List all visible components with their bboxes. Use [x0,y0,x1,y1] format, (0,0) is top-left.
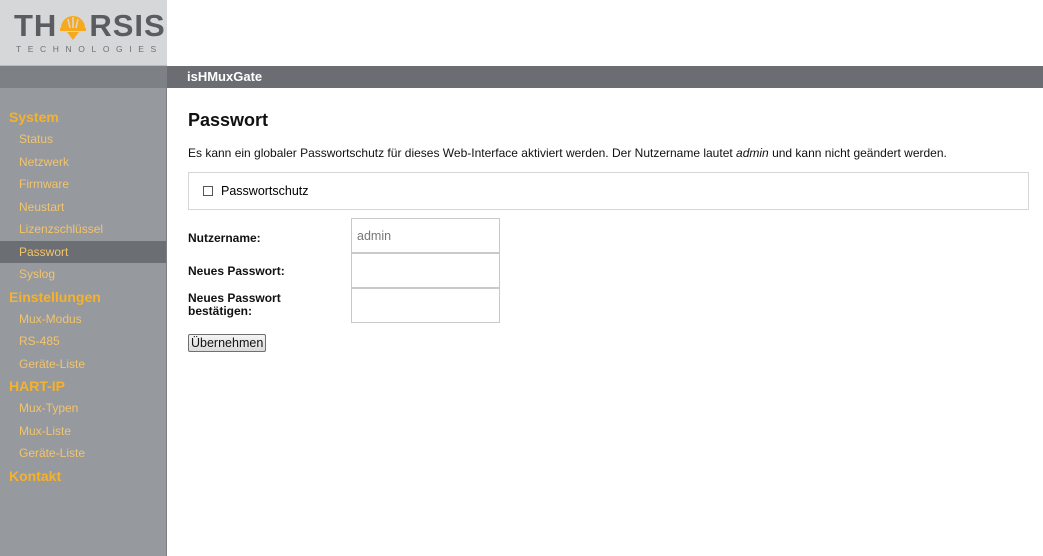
nav-item-passwort[interactable]: Passwort [0,240,166,263]
nav-item-mux-modus[interactable]: Mux-Modus [0,308,166,331]
confirm-password-label: Neues Passwort bestätigen: [188,291,281,318]
main-content: Passwort Es kann ein globaler Passwortsc… [188,108,1038,352]
nav-item-hartip-geraete-liste[interactable]: Geräte-Liste [0,442,166,465]
nav-item-status[interactable]: Status [0,128,166,151]
logo-wordmark: TH RSIS [14,8,166,43]
password-protection-label[interactable]: Passwortschutz [221,184,309,198]
logo: TH RSIS TECHNOLOGIES [0,0,167,66]
sidebar-header-band [0,66,167,88]
nav-item-mux-liste[interactable]: Mux-Liste [0,420,166,443]
nav-item-firmware[interactable]: Firmware [0,173,166,196]
nav-item-syslog[interactable]: Syslog [0,263,166,286]
header-bar: isHMuxGate [167,66,1043,88]
page-title: Passwort [188,110,269,130]
nav-item-mux-typen[interactable]: Mux-Typen [0,397,166,420]
nav-group-system[interactable]: System [0,106,166,128]
username-field[interactable] [351,218,500,253]
new-password-field[interactable] [351,253,500,288]
logo-tagline: TECHNOLOGIES [16,44,163,54]
nav-item-rs485[interactable]: RS-485 [0,330,166,353]
app-title: isHMuxGate [187,69,263,84]
nav-item-geraete-liste[interactable]: Geräte-Liste [0,353,166,376]
page-description: Es kann ein globaler Passwortschutz für … [188,146,947,160]
password-protection-checkbox[interactable] [203,186,213,196]
new-password-label: Neues Passwort: [188,264,285,278]
nav-group-kontakt[interactable]: Kontakt [0,465,166,487]
username-label: Nutzername: [188,231,261,245]
sidebar: TH RSIS TECHNOLOGIES System Status Netzw… [0,0,167,556]
nav-item-neustart[interactable]: Neustart [0,196,166,219]
nav-group-hart-ip[interactable]: HART-IP [0,375,166,397]
password-protection-panel: Passwortschutz [188,172,1029,210]
sidebar-nav: System Status Netzwerk Firmware Neustart… [0,106,166,487]
nav-group-einstellungen[interactable]: Einstellungen [0,286,166,308]
nav-item-netzwerk[interactable]: Netzwerk [0,151,166,174]
apply-button[interactable]: Übernehmen [188,334,267,352]
confirm-password-field[interactable] [351,288,500,323]
nav-item-lizenzschluessel[interactable]: Lizenzschlüssel [0,218,166,241]
helmet-icon [60,16,87,40]
